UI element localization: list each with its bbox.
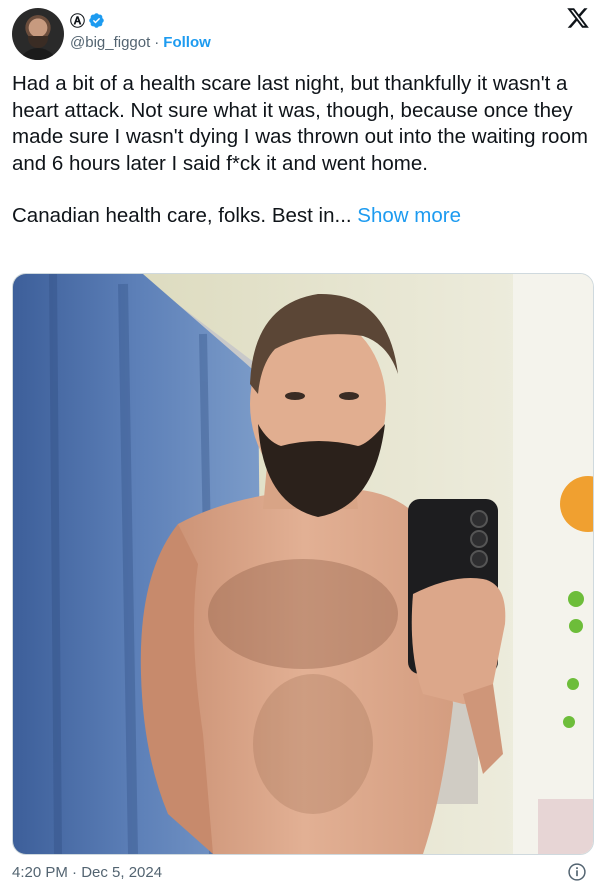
tweet-paragraph-1: Had a bit of a health scare last night, … <box>12 72 588 175</box>
author-name-row[interactable]: Ⓐ <box>70 9 105 31</box>
author-display-name[interactable]: Ⓐ <box>70 10 85 31</box>
photo-phone-camera-1 <box>470 510 488 528</box>
author-handle[interactable]: @big_figgot <box>70 34 150 51</box>
photo-decor-tile <box>538 799 593 854</box>
photo-decor-green-4 <box>563 716 575 728</box>
selfie-photo-illustration <box>13 274 593 854</box>
photo-left-eye <box>285 392 305 400</box>
info-icon[interactable] <box>567 862 587 882</box>
photo-phone-camera-2 <box>470 530 488 548</box>
tweet-header: Ⓐ @big_figgot · Follow <box>12 6 595 60</box>
photo-decor-green-2 <box>569 619 583 633</box>
photo-chest-hair <box>208 559 398 669</box>
photo-phone-camera-3 <box>470 550 488 568</box>
photo-belly-hair <box>253 674 373 814</box>
verified-badge-icon <box>89 12 104 28</box>
tweet-paragraph-2: Canadian health care, folks. Best in... … <box>12 203 592 230</box>
photo-right-eye <box>339 392 359 400</box>
tweet-timestamp[interactable]: 4:20 PM · Dec 5, 2024 <box>12 864 162 881</box>
x-logo-icon[interactable] <box>565 6 591 30</box>
photo-decor-green-3 <box>567 678 579 690</box>
avatar-beard <box>28 36 48 48</box>
photo-door <box>513 274 593 854</box>
avatar-shirt <box>18 48 58 60</box>
tweet-photo[interactable] <box>12 273 594 855</box>
photo-curtain-fold-1 <box>49 274 62 854</box>
show-more-link[interactable]: Show more <box>357 204 461 227</box>
photo-decor-green-1 <box>568 591 584 607</box>
tweet-paragraph-2-text: Canadian health care, folks. Best in... <box>12 204 352 227</box>
handle-separator: · <box>154 34 160 51</box>
author-handle-row: @big_figgot · Follow <box>70 34 211 51</box>
follow-button[interactable]: Follow <box>163 34 211 51</box>
avatar[interactable] <box>12 8 64 60</box>
tweet-text: Had a bit of a health scare last night, … <box>12 71 592 230</box>
